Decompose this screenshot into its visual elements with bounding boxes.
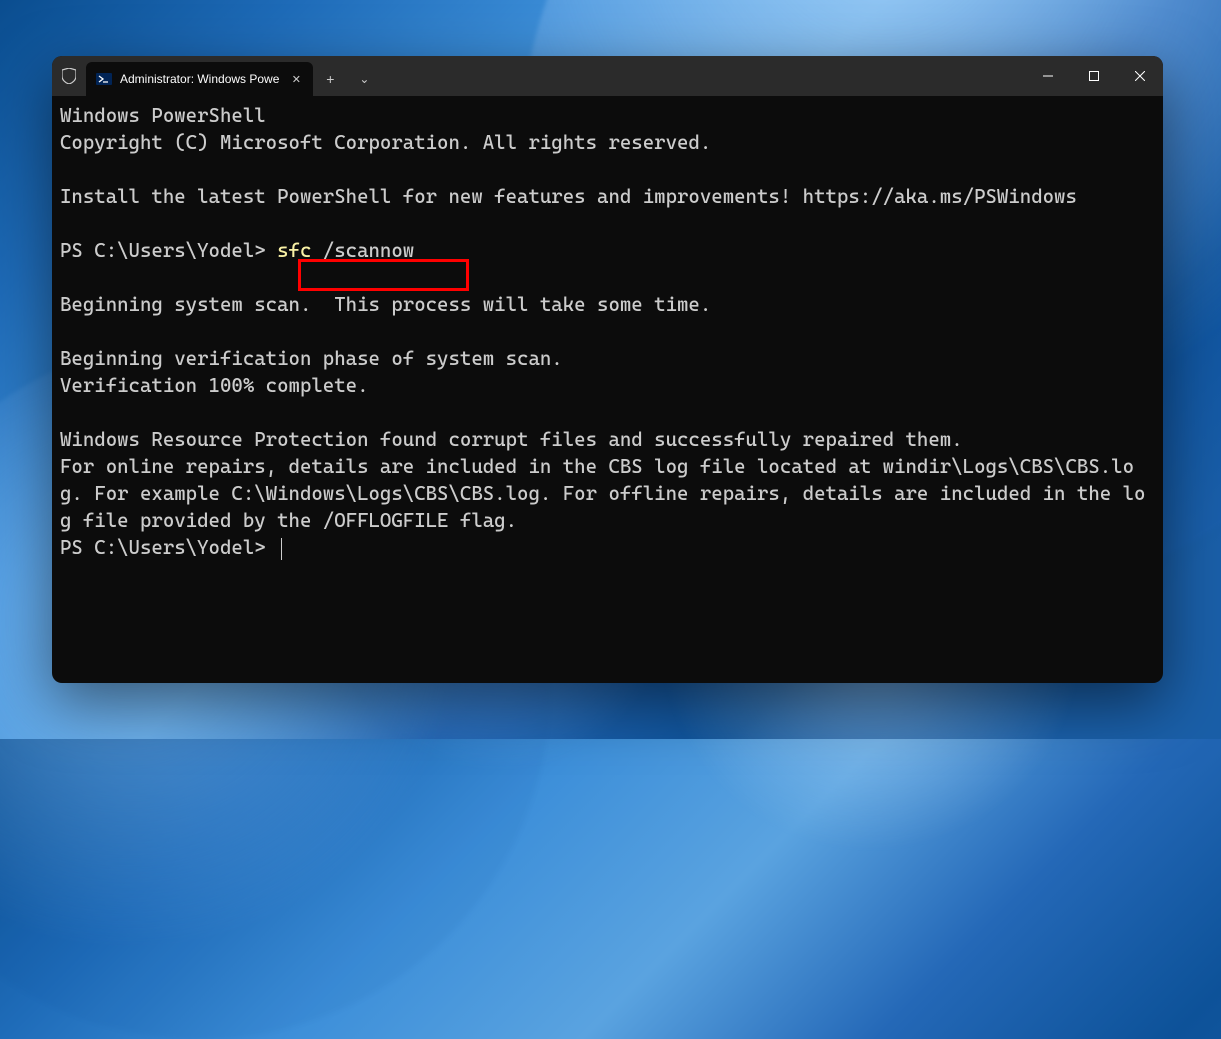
output-line: Windows Resource Protection found corrup… <box>60 428 963 451</box>
output-line: For online repairs, details are included… <box>60 455 1145 532</box>
output-line: Copyright (C) Microsoft Corporation. All… <box>60 131 711 154</box>
tab-active[interactable]: Administrator: Windows Powe ✕ <box>86 62 313 96</box>
chevron-down-icon: ⌄ <box>359 72 369 86</box>
powershell-icon <box>96 71 112 87</box>
annotation-highlight-box <box>298 259 469 291</box>
output-line: Windows PowerShell <box>60 104 266 127</box>
output-line: Install the latest PowerShell for new fe… <box>60 185 1077 208</box>
plus-icon: + <box>326 71 334 87</box>
command-executable: sfc <box>277 239 311 262</box>
admin-shield-icon <box>52 56 86 96</box>
terminal-window: Administrator: Windows Powe ✕ + ⌄ Window… <box>52 56 1163 683</box>
titlebar-drag-area[interactable] <box>381 56 1025 96</box>
output-line: Verification 100% complete. <box>60 374 369 397</box>
tab-close-button[interactable]: ✕ <box>287 70 305 88</box>
terminal-content[interactable]: Windows PowerShell Copyright (C) Microso… <box>52 96 1163 683</box>
tab-title: Administrator: Windows Powe <box>120 72 279 86</box>
command-argument: /scannow <box>311 239 414 262</box>
prompt-prefix: PS C:\Users\Yodel> <box>60 536 277 559</box>
text-cursor <box>281 538 282 560</box>
prompt-prefix: PS C:\Users\Yodel> <box>60 239 277 262</box>
new-tab-button[interactable]: + <box>313 62 347 96</box>
window-controls <box>1025 56 1163 96</box>
minimize-button[interactable] <box>1025 56 1071 96</box>
output-line: Beginning verification phase of system s… <box>60 347 563 370</box>
titlebar[interactable]: Administrator: Windows Powe ✕ + ⌄ <box>52 56 1163 96</box>
tab-dropdown-button[interactable]: ⌄ <box>347 62 381 96</box>
maximize-button[interactable] <box>1071 56 1117 96</box>
close-window-button[interactable] <box>1117 56 1163 96</box>
output-line: Beginning system scan. This process will… <box>60 293 711 316</box>
